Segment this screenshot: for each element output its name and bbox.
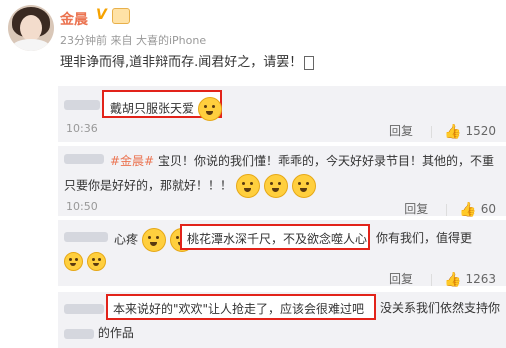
- like-icon[interactable]: 👍: [459, 202, 476, 218]
- reply-button[interactable]: 回复: [404, 200, 428, 217]
- author-name[interactable]: 金晨: [60, 9, 88, 29]
- comment-time: 10:50: [66, 200, 98, 213]
- like-count: 60: [480, 202, 496, 216]
- highlight-box: 本来说好的"欢欢"让人抢走了，应该会很难过吧: [106, 294, 376, 320]
- post-text: 理非诤而得,道非辩而存.闻君好之，请罢！: [60, 51, 315, 70]
- emoji-icon: [197, 97, 222, 121]
- emoji-icon: [235, 174, 260, 198]
- author-avatar[interactable]: [8, 5, 54, 51]
- emoji-icon: [141, 228, 166, 252]
- emoji-icon: [263, 174, 288, 198]
- comment-item: #金晨# 宝贝！你说的我们懂！乖乖的，今天好好录节目！其他的，不重 只要你是好好…: [58, 146, 506, 218]
- like-count: 1520: [465, 124, 496, 138]
- emoji-icon: [291, 174, 316, 198]
- blurred-username: [64, 304, 104, 314]
- like-icon[interactable]: 👍: [444, 124, 461, 140]
- emoji-icon: [64, 252, 83, 271]
- like-icon[interactable]: 👍: [444, 272, 461, 288]
- comment-item: 心疼 桃花潭水深千尺，不及欲念噬人心 你有我们，值得更 回复 👍 1263: [58, 220, 506, 288]
- comment-time: 10:36: [66, 122, 98, 135]
- comment-actions: 回复 👍 60: [404, 200, 496, 218]
- like-count: 1263: [465, 272, 496, 286]
- member-badge-icon: [112, 8, 130, 24]
- mention-link[interactable]: #金晨#: [110, 154, 154, 168]
- post-meta: 23分钟前 来自 大喜的iPhone: [60, 34, 207, 47]
- blurred-username: [64, 154, 104, 164]
- verified-icon: V: [96, 7, 107, 23]
- reply-button[interactable]: 回复: [389, 122, 413, 139]
- comment-item: 本来说好的"欢欢"让人抢走了，应该会很难过吧 没关系我们依然支持你 的作品: [58, 292, 506, 348]
- blurred-username: [64, 232, 108, 242]
- comment-item: 戴胡只服张天爱 10:36 回复 👍 1520: [58, 86, 506, 142]
- highlight-box: 戴胡只服张天爱: [102, 90, 222, 121]
- emoji-icon: [86, 252, 106, 271]
- reply-button[interactable]: 回复: [389, 270, 413, 287]
- comment-actions: 回复 👍 1520: [389, 122, 496, 140]
- blurred-username: [64, 100, 100, 110]
- comment-actions: 回复 👍 1263: [389, 270, 496, 288]
- highlight-box: 桃花潭水深千尺，不及欲念噬人心: [180, 224, 370, 250]
